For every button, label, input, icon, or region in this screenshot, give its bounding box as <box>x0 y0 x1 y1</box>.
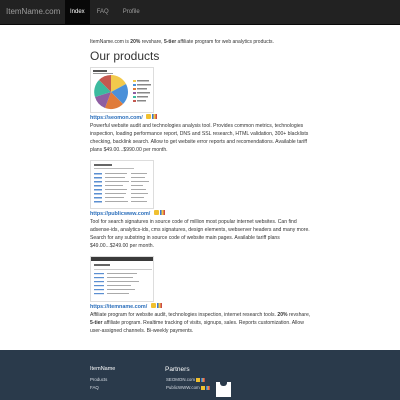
brand-link[interactable]: ItemName.com <box>6 6 60 18</box>
product-link-itemname[interactable]: https://itemname.com/ <box>90 304 147 312</box>
pie-chart-thumbnail <box>91 68 153 112</box>
chart-bar-icon[interactable] <box>159 209 165 215</box>
footer-partner-seomon: SEOMON.com <box>166 377 206 385</box>
intro-prefix: ItemName.com is <box>90 39 131 45</box>
product-card-itemname: https://itemname.com/ Affiliate program … <box>90 256 312 336</box>
intro-text: ItemName.com is 20% revshare, 5-tier aff… <box>90 39 312 46</box>
product-logo-icon <box>216 381 231 397</box>
intro-middle: revshare, <box>140 39 164 45</box>
stats-icon <box>200 385 205 390</box>
product-description: Powerful website audit and technologies … <box>90 122 309 153</box>
product-link-seomon[interactable]: https://seomon.com/ <box>90 115 143 123</box>
stats-icon[interactable] <box>153 209 159 215</box>
section-title: Our products <box>90 49 160 64</box>
desc-middle: revshare, <box>287 311 311 318</box>
dashboard-thumbnail <box>91 257 153 301</box>
product-badges <box>146 113 158 122</box>
desc-tier: 5-tier <box>90 319 103 326</box>
chart-bar-icon <box>205 385 210 390</box>
footer-brand-title: ItemName <box>90 366 116 372</box>
footer-link-products[interactable]: Products <box>90 377 107 383</box>
chart-bar-icon[interactable] <box>156 302 162 308</box>
desc-suffix: affiliate program. Realtime tracking of … <box>90 319 304 334</box>
logo-notch <box>220 381 227 386</box>
intro-revshare: 20% <box>130 39 141 45</box>
product-description: Affiliate program for website audit, tec… <box>90 312 312 336</box>
product-badges <box>153 209 166 218</box>
chart-bar-icon[interactable] <box>152 113 158 119</box>
stats-icon[interactable] <box>150 302 156 308</box>
footer-partner-link-publicwww[interactable]: PublicWWW.com <box>166 385 200 390</box>
footer-partner-publicwww: PublicWWW.com <box>166 385 210 393</box>
product-card-seomon: https://seomon.com/ Powerful website aud… <box>90 67 312 154</box>
product-screenshot[interactable] <box>90 256 154 302</box>
footer-link-faq[interactable]: FAQ <box>90 385 99 391</box>
product-screenshot[interactable] <box>90 160 154 209</box>
top-navbar: ItemName.com Index FAQ Profile <box>0 0 400 25</box>
product-card-publicwww: https://publicwww.com/ Tool for search s… <box>90 160 312 250</box>
nav-item-faq[interactable]: FAQ <box>92 0 114 25</box>
product-description: Tool for search signatures in source cod… <box>90 218 310 249</box>
product-link-publicwww[interactable]: https://publicwww.com/ <box>90 211 150 219</box>
footer-partners-title: Partners <box>165 366 190 373</box>
product-badges <box>150 302 163 311</box>
intro-tier: 5-tier <box>163 39 177 45</box>
nav-menu: Index FAQ Profile <box>65 0 145 25</box>
chart-bar-icon <box>201 377 206 382</box>
nav-item-index[interactable]: Index <box>65 0 90 25</box>
main-content: ItemName.com is 20% revshare, 5-tier aff… <box>90 39 312 64</box>
product-screenshot[interactable] <box>90 67 154 113</box>
footer-partner-link-seomon[interactable]: SEOMON.com <box>166 377 195 382</box>
nav-item-profile[interactable]: Profile <box>118 0 145 25</box>
stats-icon <box>196 377 201 382</box>
desc-revshare: 20% <box>277 311 288 318</box>
desc-prefix: Affiliate program for website audit, tec… <box>90 311 278 318</box>
stats-icon[interactable] <box>146 113 152 119</box>
intro-suffix: affiliate program for web analytics prod… <box>176 39 274 45</box>
table-thumbnail <box>91 161 153 208</box>
